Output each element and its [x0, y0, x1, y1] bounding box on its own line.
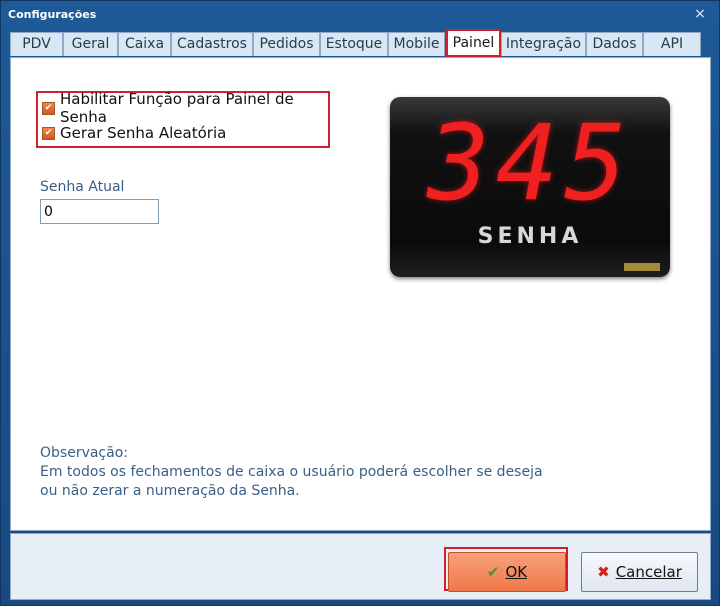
checkbox-checked-icon[interactable]: ✔ [42, 126, 55, 140]
display-digits: 345 [427, 102, 633, 224]
tab-painel[interactable]: Painel [446, 29, 501, 57]
observacao: Observação: Em todos os fechamentos de c… [40, 444, 560, 501]
tab-strip: PDV Geral Caixa Cadastros Pedidos Estoqu… [10, 29, 710, 57]
senha-atual-label: Senha Atual [40, 179, 125, 195]
button-bar: ✔ OK ✖ Cancelar [10, 533, 711, 600]
tab-cadastros[interactable]: Cadastros [171, 32, 253, 56]
tab-geral[interactable]: Geral [63, 32, 118, 56]
check-icon: ✔ [486, 563, 500, 581]
painel-senha-image: 345 SENHA [390, 97, 670, 277]
window-title: Configurações [8, 8, 97, 21]
close-x-icon: ✖ [597, 563, 610, 581]
observacao-title: Observação: [40, 445, 128, 461]
painel-panel: ✔ Habilitar Função para Painel de Senha … [10, 57, 711, 531]
tab-pdv[interactable]: PDV [10, 32, 63, 56]
senha-atual-input[interactable] [40, 199, 159, 224]
display-caption: SENHA [477, 224, 583, 249]
checkbox-label: Gerar Senha Aleatória [60, 124, 227, 142]
checkbox-group: ✔ Habilitar Função para Painel de Senha … [36, 90, 330, 148]
tab-pedidos[interactable]: Pedidos [253, 32, 320, 56]
checkbox-gerar-senha[interactable]: ✔ Gerar Senha Aleatória [42, 123, 226, 143]
cancel-label: Cancelar [615, 563, 682, 581]
config-window: Configurações × PDV Geral Caixa Cadastro… [0, 0, 720, 606]
title-bar: Configurações × [1, 1, 719, 29]
checkbox-checked-icon[interactable]: ✔ [42, 101, 55, 115]
checkbox-label: Habilitar Função para Painel de Senha [60, 90, 294, 126]
close-icon[interactable]: × [691, 5, 709, 23]
checkbox-habilitar-painel[interactable]: ✔ Habilitar Função para Painel de Senha [42, 90, 328, 126]
tab-mobile[interactable]: Mobile [388, 32, 445, 56]
ok-label: OK [505, 563, 528, 581]
observacao-text: Em todos os fechamentos de caixa o usuár… [40, 464, 543, 499]
tab-dados[interactable]: Dados [586, 32, 643, 56]
ok-button[interactable]: ✔ OK [448, 552, 566, 592]
tab-estoque[interactable]: Estoque [320, 32, 388, 56]
tab-integracao[interactable]: Integração [501, 32, 586, 56]
cancel-button[interactable]: ✖ Cancelar [581, 552, 698, 592]
display-sticker [624, 263, 660, 271]
tab-api[interactable]: API [643, 32, 701, 56]
tab-caixa[interactable]: Caixa [118, 32, 171, 56]
